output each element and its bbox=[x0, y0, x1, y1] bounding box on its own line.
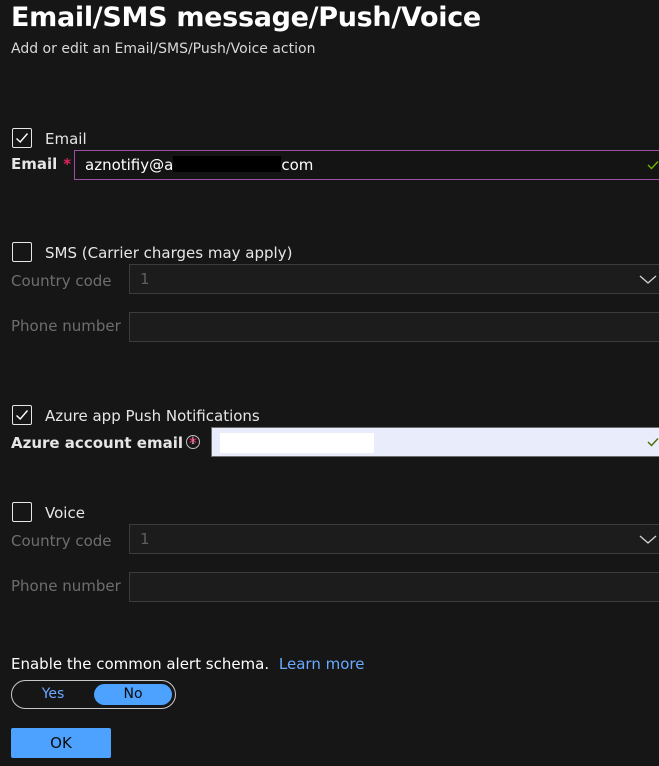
push-checkbox[interactable] bbox=[12, 405, 32, 425]
chevron-down-icon bbox=[639, 535, 657, 544]
voice-country-code-value: 1 bbox=[140, 530, 150, 548]
redaction-block bbox=[220, 433, 374, 453]
required-asterisk: * bbox=[63, 155, 72, 173]
voice-checkbox-label: Voice bbox=[45, 504, 85, 522]
schema-label: Enable the common alert schema. bbox=[11, 655, 270, 673]
voice-country-code-select[interactable]: 1 bbox=[129, 524, 659, 554]
azure-email-field[interactable] bbox=[211, 427, 659, 457]
voice-phone-input[interactable] bbox=[129, 572, 659, 602]
voice-phone-label: Phone number bbox=[11, 577, 121, 595]
toggle-no-option[interactable]: No bbox=[94, 684, 172, 705]
sms-country-code-select[interactable]: 1 bbox=[129, 264, 659, 294]
info-icon[interactable]: i bbox=[186, 435, 200, 449]
chevron-down-icon bbox=[639, 275, 657, 284]
voice-country-code-label: Country code bbox=[11, 532, 112, 550]
azure-email-field-label: Azure account email * bbox=[11, 434, 197, 452]
valid-check-icon bbox=[647, 161, 659, 170]
email-checkbox-label: Email bbox=[45, 130, 87, 148]
sms-checkbox-label: SMS (Carrier charges may apply) bbox=[45, 244, 293, 262]
email-field[interactable]: aznotifiy@a com bbox=[74, 150, 659, 180]
push-checkbox-label: Azure app Push Notifications bbox=[45, 407, 260, 425]
learn-more-link[interactable]: Learn more bbox=[279, 655, 365, 673]
email-value: aznotifiy@a com bbox=[85, 156, 314, 174]
page-subtitle: Add or edit an Email/SMS/Push/Voice acti… bbox=[11, 41, 316, 57]
toggle-yes-option[interactable]: Yes bbox=[16, 684, 90, 705]
email-checkbox[interactable] bbox=[12, 128, 32, 148]
schema-row: Enable the common alert schema. Learn mo… bbox=[11, 655, 364, 673]
ok-button[interactable]: OK bbox=[11, 728, 111, 758]
valid-check-icon bbox=[647, 438, 659, 447]
checkmark-icon bbox=[16, 410, 29, 421]
voice-checkbox[interactable] bbox=[12, 502, 32, 522]
redaction-block bbox=[173, 156, 282, 172]
checkmark-icon bbox=[16, 133, 29, 144]
sms-phone-label: Phone number bbox=[11, 317, 121, 335]
email-field-label: Email * bbox=[11, 155, 72, 173]
sms-country-code-label: Country code bbox=[11, 272, 112, 290]
schema-toggle[interactable]: Yes No bbox=[11, 680, 176, 709]
sms-country-code-value: 1 bbox=[140, 270, 150, 288]
sms-phone-input[interactable] bbox=[129, 312, 659, 342]
sms-checkbox[interactable] bbox=[12, 242, 32, 262]
page-title: Email/SMS message/Push/Voice bbox=[11, 2, 481, 33]
